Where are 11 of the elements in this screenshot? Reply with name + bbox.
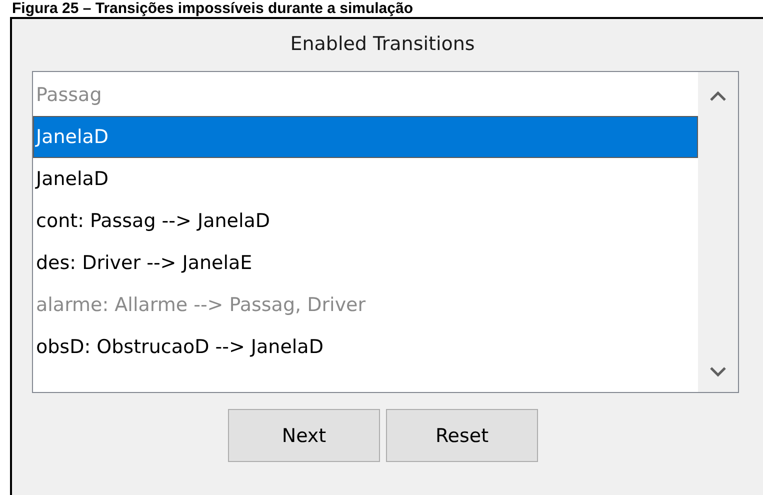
- transition-item[interactable]: obsD: ObstrucaoD --> JanelaD: [33, 326, 698, 368]
- transition-item[interactable]: JanelaD: [33, 158, 698, 200]
- scroll-down-icon[interactable]: [709, 366, 727, 378]
- action-button[interactable]: Reset: [386, 409, 538, 462]
- transition-item[interactable]: des: Driver --> JanelaE: [33, 242, 698, 284]
- figure-caption: Figura 25 – Transições impossíveis durante a simulação: [11, 0, 414, 17]
- panel-title: Enabled Transitions: [289, 33, 476, 55]
- scroll-up-icon[interactable]: [709, 90, 727, 102]
- action-button[interactable]: Next: [228, 409, 380, 462]
- transition-item[interactable]: cont: Passag --> JanelaD: [33, 200, 698, 242]
- transition-item[interactable]: JanelaD: [33, 116, 698, 158]
